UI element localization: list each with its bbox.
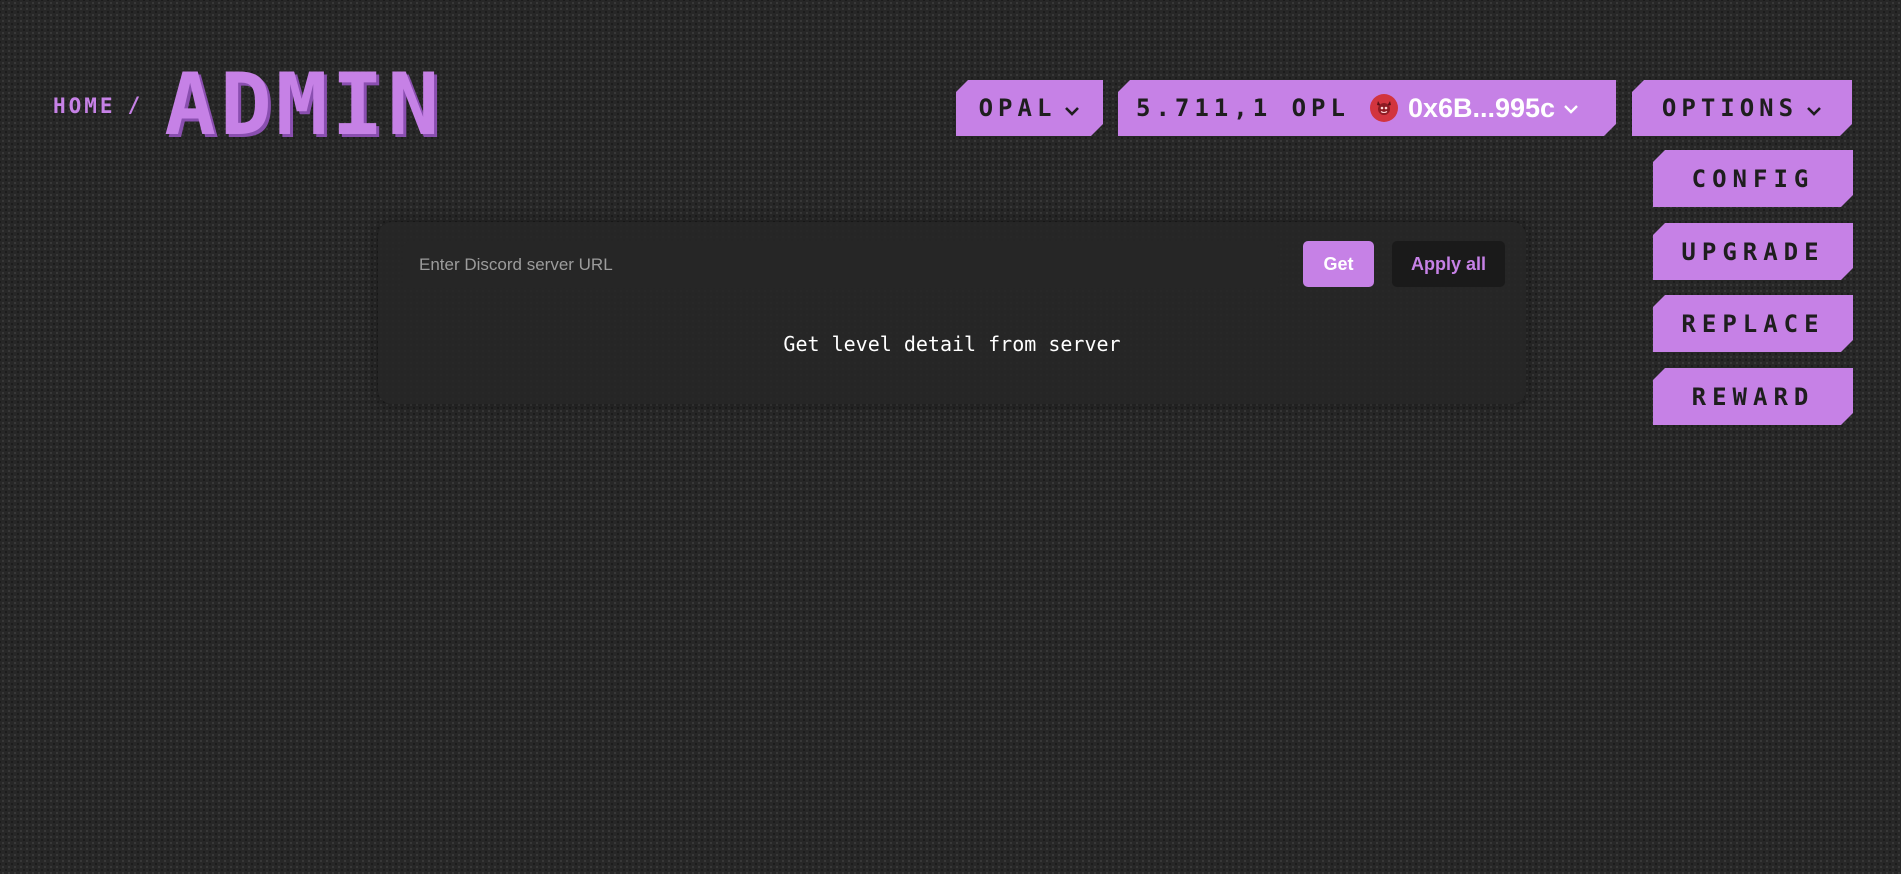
network-select-button[interactable]: OPAL: [956, 80, 1103, 136]
wallet-balance: 5.711,1 OPL: [1136, 94, 1350, 122]
menu-item-config[interactable]: CONFIG: [1653, 150, 1853, 207]
chevron-down-icon: [1064, 94, 1080, 122]
menu-item-upgrade[interactable]: UPGRADE: [1653, 223, 1853, 280]
chevron-down-icon: [1806, 94, 1822, 122]
breadcrumb-separator: /: [127, 93, 141, 117]
options-button[interactable]: OPTIONS: [1632, 80, 1852, 136]
server-level-card: Get Apply all Get level detail from serv…: [378, 222, 1526, 404]
apply-all-button[interactable]: Apply all: [1392, 241, 1505, 287]
get-button[interactable]: Get: [1303, 241, 1374, 287]
breadcrumb-home-link[interactable]: HOME: [53, 94, 116, 118]
breadcrumb: HOME / ADMIN: [53, 60, 443, 150]
devil-avatar-icon: [1370, 94, 1398, 122]
wallet-address: 0x6B...995c: [1407, 92, 1556, 123]
page-title: ADMIN: [164, 55, 444, 155]
options-label: OPTIONS: [1661, 94, 1799, 122]
discord-server-url-input[interactable]: [403, 242, 1278, 288]
empty-state-message: Get level detail from server: [783, 332, 1121, 356]
wallet-button[interactable]: 5.711,1 OPL 0x6B...995c: [1118, 80, 1616, 136]
menu-item-reward[interactable]: REWARD: [1653, 368, 1853, 425]
network-label: OPAL: [978, 94, 1057, 122]
menu-item-replace[interactable]: REPLACE: [1653, 295, 1853, 352]
chevron-down-icon: [1563, 99, 1579, 118]
